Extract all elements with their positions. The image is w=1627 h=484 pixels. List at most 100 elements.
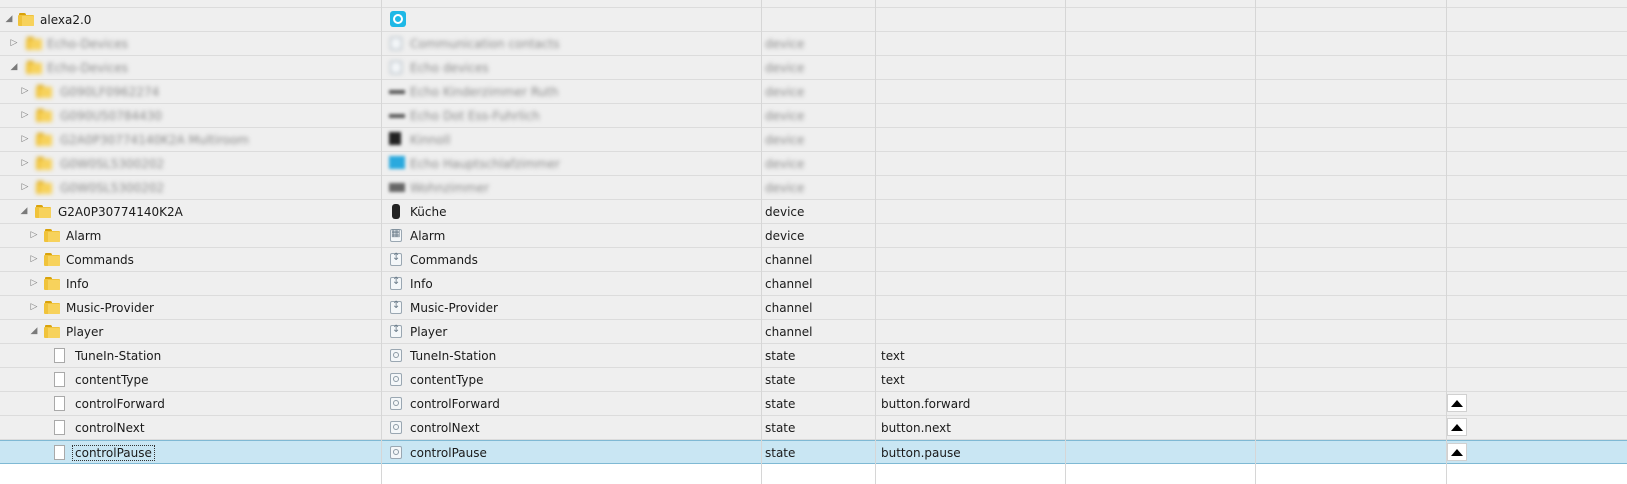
tree-row[interactable]: ▷ Alarm Alarm device	[0, 224, 1627, 248]
folder-icon	[18, 13, 34, 26]
expand-triangle-icon[interactable]: ▷	[20, 182, 30, 192]
object-role: button.next	[881, 421, 951, 435]
name-cell: ▷ G0W0SL5300202	[0, 152, 382, 175]
collapse-triangle-icon[interactable]: ◢	[9, 62, 19, 72]
object-type: channel	[765, 301, 813, 315]
object-title: TuneIn-Station	[410, 349, 497, 363]
object-title: Echo devices	[410, 61, 489, 75]
object-type: channel	[765, 253, 813, 267]
object-type: device	[765, 109, 805, 123]
file-icon	[54, 396, 65, 411]
tree-row[interactable]: ▷ Echo-Devices Communication contacts de…	[0, 32, 1627, 56]
expand-triangle-icon[interactable]: ▷	[20, 158, 30, 168]
tree-row[interactable]: contentType contentType state text	[0, 368, 1627, 392]
file-icon	[54, 348, 65, 363]
folder-icon	[35, 205, 51, 218]
role-cell: button.forward	[876, 392, 1066, 415]
object-id: G0W0SL5300202	[60, 181, 165, 195]
column-divider[interactable]	[875, 0, 876, 484]
folder-icon	[36, 157, 52, 170]
tree-row[interactable]: controlNext controlNext state button.nex…	[0, 416, 1627, 440]
collapse-triangle-icon[interactable]: ◢	[19, 206, 29, 216]
expand-triangle-icon[interactable]: ▷	[9, 38, 19, 48]
tree-row[interactable]: ◢ Player Player channel	[0, 320, 1627, 344]
value-cell	[1447, 392, 1627, 415]
type-cell: device	[762, 152, 876, 175]
object-id: G2A0P30774140K2A Multiroom	[60, 133, 249, 147]
tree-row[interactable]: ▷ Info Info channel	[0, 272, 1627, 296]
object-role: button.pause	[881, 446, 961, 460]
folder-icon	[44, 325, 60, 338]
trigger-button-icon[interactable]	[1447, 418, 1467, 436]
type-cell: state	[762, 392, 876, 415]
expand-triangle-icon[interactable]: ▷	[20, 110, 30, 120]
object-title: Music-Provider	[410, 301, 498, 315]
object-title: Echo Hauptschlafzimmer	[410, 157, 560, 171]
trigger-button-icon[interactable]	[1447, 443, 1467, 461]
folder-icon	[36, 109, 52, 122]
title-cell: Echo Hauptschlafzimmer	[382, 152, 762, 175]
expand-triangle-icon[interactable]: ▷	[29, 302, 39, 312]
name-cell: ▷ G0W0SL5300202	[0, 176, 382, 199]
object-id: TuneIn-Station	[75, 349, 162, 363]
device-image-icon	[389, 156, 405, 169]
role-cell: text	[876, 344, 1066, 367]
tree-row[interactable]: TuneIn-Station TuneIn-Station state text	[0, 344, 1627, 368]
device-image-icon	[389, 183, 405, 192]
expand-triangle-icon[interactable]: ▷	[29, 230, 39, 240]
object-title: Info	[410, 277, 433, 291]
expand-triangle-icon[interactable]: ▷	[29, 278, 39, 288]
state-icon	[390, 349, 402, 362]
tree-row[interactable]: ▷ G090U50784430 Echo Dot Ess-Fuhrlich de…	[0, 104, 1627, 128]
role-cell: button.pause	[876, 441, 1066, 463]
tree-row-selected[interactable]: controlPause controlPause state button.p…	[0, 440, 1627, 464]
collapse-triangle-icon[interactable]: ◢	[29, 326, 39, 336]
tree-row[interactable]: ▷ G090LF0962274 Echo Kinderzimmer Ruth d…	[0, 80, 1627, 104]
object-type: device	[765, 181, 805, 195]
tree-row[interactable]: ▷ G0W0SL5300202 Echo Hauptschlafzimmer d…	[0, 152, 1627, 176]
object-type: state	[765, 373, 796, 387]
column-divider[interactable]	[381, 0, 382, 484]
trigger-button-icon[interactable]	[1447, 394, 1467, 412]
expand-triangle-icon[interactable]: ▷	[20, 86, 30, 96]
column-divider[interactable]	[1255, 0, 1256, 484]
tree-row[interactable]: controlForward controlForward state butt…	[0, 392, 1627, 416]
object-id: alexa2.0	[40, 13, 92, 27]
title-cell: Music-Provider	[382, 296, 762, 319]
object-id: G090LF0962274	[60, 85, 160, 99]
tree-row[interactable]: ◢ G2A0P30774140K2A Küche device	[0, 200, 1627, 224]
tree-row[interactable]: ▷ Commands Commands channel	[0, 248, 1627, 272]
title-cell: controlForward	[382, 392, 762, 415]
collapse-triangle-icon[interactable]: ◢	[4, 14, 14, 24]
expand-triangle-icon[interactable]: ▷	[20, 134, 30, 144]
object-type: channel	[765, 325, 813, 339]
type-cell: channel	[762, 248, 876, 271]
tree-row[interactable]: ▷ G2A0P30774140K2A Multiroom Kinnoll dev…	[0, 128, 1627, 152]
object-type: device	[765, 157, 805, 171]
object-id: controlForward	[75, 397, 165, 411]
tree-row[interactable]: ◢ Echo-Devices Echo devices device	[0, 56, 1627, 80]
tree-row[interactable]: ▷ G0W0SL5300202 Wohnzimmer device	[0, 176, 1627, 200]
expand-triangle-icon[interactable]: ▷	[29, 254, 39, 264]
folder-icon	[44, 301, 60, 314]
file-icon	[54, 420, 65, 435]
name-cell: controlNext	[0, 416, 382, 439]
type-cell: device	[762, 56, 876, 79]
object-title: contentType	[410, 373, 484, 387]
name-cell: ◢ Echo-Devices	[0, 56, 382, 79]
column-divider[interactable]	[1446, 0, 1447, 484]
title-cell: Küche	[382, 200, 762, 223]
tree-row[interactable]: ◢ alexa2.0	[0, 8, 1627, 32]
folder-icon	[44, 229, 60, 242]
tree-row[interactable]: ▷ Music-Provider Music-Provider channel	[0, 296, 1627, 320]
name-cell: ▷ G090U50784430	[0, 104, 382, 127]
object-type: device	[765, 133, 805, 147]
tree-row-partial	[0, 0, 1627, 8]
object-id: controlNext	[75, 421, 145, 435]
object-role: text	[881, 349, 905, 363]
column-divider[interactable]	[1065, 0, 1066, 484]
column-divider[interactable]	[761, 0, 762, 484]
object-type: channel	[765, 277, 813, 291]
name-cell: ▷ Music-Provider	[0, 296, 382, 319]
object-role: text	[881, 373, 905, 387]
